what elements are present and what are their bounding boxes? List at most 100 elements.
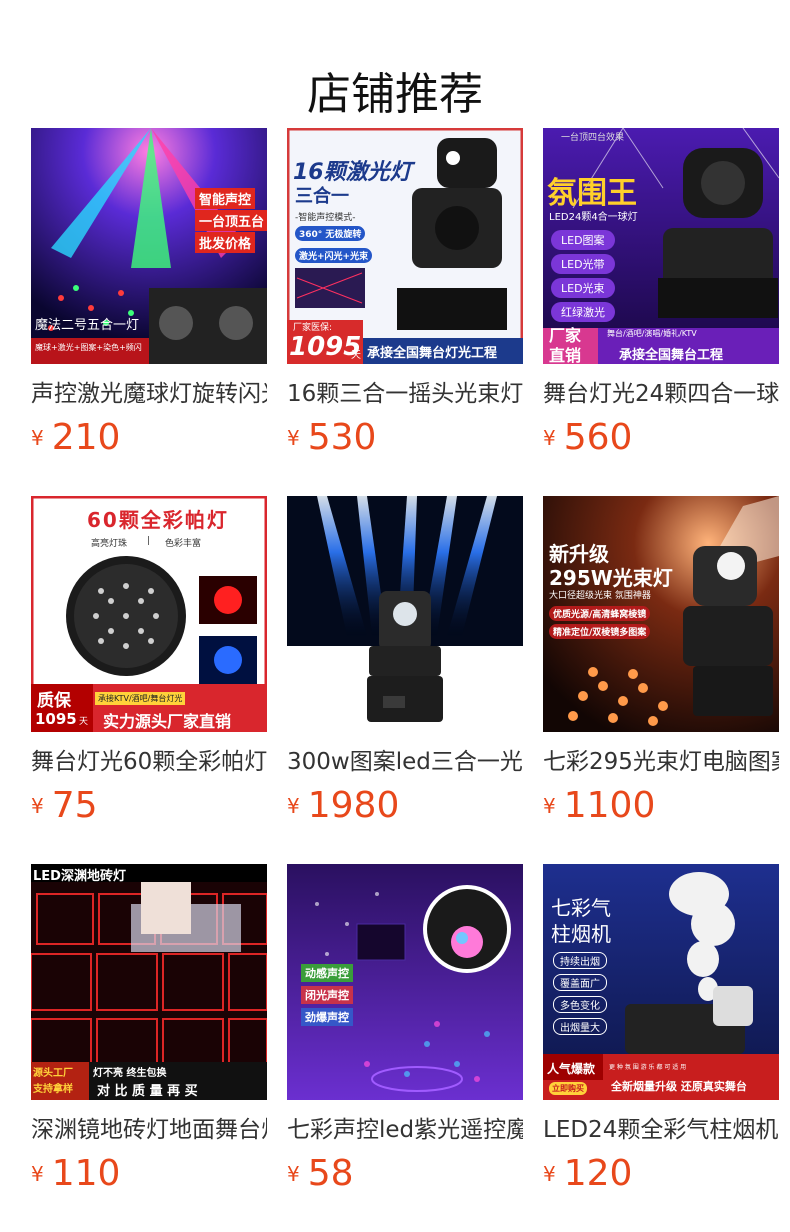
badge-text: 天 — [79, 717, 89, 727]
currency-symbol: ¥ — [543, 426, 556, 450]
product-title[interactable]: 深渊镜地砖灯地面舞台灯 — [31, 1114, 267, 1146]
badge-text: 源头工厂 — [33, 1068, 73, 1079]
currency-symbol: ¥ — [31, 426, 44, 450]
product-price: ¥560 — [543, 416, 632, 460]
product-image[interactable]: 60颗全彩帕灯 高亮灯珠 | 色彩丰富 质保 承接KTV/酒吧/舞台灯光 109… — [31, 496, 267, 732]
badge-text: 一台顶四台效果 — [561, 133, 625, 143]
badge-text: 三合一 — [295, 186, 349, 207]
currency-symbol: ¥ — [287, 794, 300, 818]
badge-text: LED图案 — [551, 230, 615, 250]
badge-text: 魔法二号五合一灯 — [35, 318, 140, 333]
product-title[interactable]: 七彩295光束灯电脑图案灯 — [543, 746, 779, 778]
product-image[interactable]: 一台顶四台效果 氛围王 LED24颗4合一球灯 LED图案 LED光带 LED光… — [543, 128, 779, 364]
badge-text: -智能声控模式- — [295, 213, 356, 223]
product-title[interactable]: 300w图案led三合一光束灯 — [287, 746, 523, 778]
badge-text: 色彩丰富 — [165, 539, 202, 549]
badge-text: 人气爆款 — [547, 1062, 596, 1076]
product-title[interactable]: 舞台灯光60颗全彩帕灯 — [31, 746, 267, 778]
product-image[interactable]: 16颗激光灯 三合一 -智能声控模式- 360° 无极旋转 激光+闪光+光束 厂… — [287, 128, 523, 364]
badge-text: 柱烟机 — [551, 922, 611, 946]
badge-text: 承接KTV/酒吧/舞台灯光 — [95, 692, 186, 705]
price-amount: 110 — [51, 1153, 121, 1194]
currency-symbol: ¥ — [287, 1162, 300, 1186]
product-title[interactable]: 七彩声控led紫光遥控魔球灯 — [287, 1114, 523, 1146]
badge-text: LED光束 — [551, 278, 615, 298]
badge-text: 60颗全彩帕灯 — [87, 508, 229, 532]
product-image[interactable]: 新升级 295W光束灯 大口径超级光束 氛围神器 优质光源/高清蜂窝棱镜 精准定… — [543, 496, 779, 732]
badge-text: 一台顶五台 — [195, 210, 267, 231]
badge-text: 高亮灯珠 — [91, 539, 128, 549]
badge-text: LED光带 — [551, 254, 615, 274]
product-card[interactable]: 智能声控 一台顶五台 批发价格 魔法二号五合一灯 魔球+激光+图案+染色+频闪 … — [31, 128, 267, 496]
badge-text: 更 种 氛 围 游 乐 都 可 适 用 — [609, 1064, 687, 1071]
badge-text: 295W光束灯 — [549, 566, 673, 590]
currency-symbol: ¥ — [31, 1162, 44, 1186]
badge-text: 七彩气 — [551, 896, 611, 920]
price-amount: 1100 — [563, 785, 656, 826]
product-price: ¥75 — [31, 784, 98, 828]
product-image[interactable]: 智能声控 一台顶五台 批发价格 魔法二号五合一灯 魔球+激光+图案+染色+频闪 — [31, 128, 267, 364]
product-card[interactable]: 一台顶四台效果 氛围王 LED24颗4合一球灯 LED图案 LED光带 LED光… — [543, 128, 779, 496]
badge-text: 魔球+激光+图案+染色+频闪 — [35, 343, 142, 352]
product-image[interactable]: 动感声控 闭光声控 劲爆声控 — [287, 864, 523, 1100]
badge-text: 精准定位/双棱镜多图案 — [549, 624, 651, 639]
product-title[interactable]: 16颗三合一摇头光束灯 — [287, 378, 523, 410]
badge-text: 对 比 质 量 再 买 — [97, 1084, 198, 1099]
product-image[interactable] — [287, 496, 523, 732]
badge-text: 360° 无极旋转 — [295, 226, 366, 241]
badge-text: 实力源头厂家直销 — [103, 712, 232, 731]
price-amount: 560 — [563, 417, 633, 458]
price-amount: 530 — [307, 417, 377, 458]
product-card[interactable]: 新升级 295W光束灯 大口径超级光束 氛围神器 优质光源/高清蜂窝棱镜 精准定… — [543, 496, 779, 864]
product-card[interactable]: LED深渊地砖灯 源头工厂 支持拿样 灯不亮 终生包换 对 比 质 量 再 买 … — [31, 864, 267, 1232]
product-price: ¥58 — [287, 1152, 354, 1196]
product-price: ¥530 — [287, 416, 376, 460]
product-title[interactable]: 声控激光魔球灯旋转闪光灯 — [31, 378, 267, 410]
currency-symbol: ¥ — [543, 1162, 556, 1186]
badge-text: 天 — [351, 350, 361, 361]
badge-text: 持续出烟 — [553, 952, 607, 969]
badge-text: 出烟量大 — [553, 1018, 607, 1035]
product-card[interactable]: 300w图案led三合一光束灯 ¥1980 — [287, 496, 523, 864]
badge-text: 优质光源/高清蜂窝棱镜 — [549, 606, 651, 621]
badge-text: 承接全国舞台工程 — [619, 348, 724, 363]
product-image[interactable]: 七彩气 柱烟机 持续出烟 覆盖面广 多色变化 出烟量大 人气爆款 更 种 氛 围… — [543, 864, 779, 1100]
badge-text: 激光+闪光+光束 — [295, 248, 373, 263]
product-price: ¥120 — [543, 1152, 632, 1196]
badge-text: LED深渊地砖灯 — [33, 869, 126, 884]
badge-text: 舞台/酒吧/演唱/婚礼/KTV — [607, 329, 697, 338]
badge-text: 闭光声控 — [301, 986, 353, 1004]
badge-text: 红绿激光 — [551, 302, 615, 322]
product-title[interactable]: 舞台灯光24颗四合一球灯 — [543, 378, 779, 410]
product-card[interactable]: 动感声控 闭光声控 劲爆声控 七彩声控led紫光遥控魔球灯 ¥58 — [287, 864, 523, 1232]
currency-symbol: ¥ — [543, 794, 556, 818]
product-image[interactable]: LED深渊地砖灯 源头工厂 支持拿样 灯不亮 终生包换 对 比 质 量 再 买 — [31, 864, 267, 1100]
page-title: 店铺推荐 — [307, 69, 483, 121]
badge-text: 灯不亮 终生包换 — [93, 1068, 167, 1079]
badge-text: 多色变化 — [553, 996, 607, 1013]
product-price: ¥1100 — [543, 784, 655, 828]
product-title[interactable]: LED24颗全彩气柱烟机 — [543, 1114, 779, 1146]
product-grid: 智能声控 一台顶五台 批发价格 魔法二号五合一灯 魔球+激光+图案+染色+频闪 … — [31, 128, 779, 1232]
badge-text: 1095 — [35, 710, 77, 728]
price-amount: 58 — [307, 1153, 354, 1194]
product-price: ¥210 — [31, 416, 120, 460]
badge-text: 全新烟量升级 还原真实舞台 — [611, 1080, 747, 1093]
product-card[interactable]: 60颗全彩帕灯 高亮灯珠 | 色彩丰富 质保 承接KTV/酒吧/舞台灯光 109… — [31, 496, 267, 864]
price-amount: 75 — [51, 785, 98, 826]
badge-text: 质保 — [37, 691, 71, 711]
product-card[interactable]: 16颗激光灯 三合一 -智能声控模式- 360° 无极旋转 激光+闪光+光束 厂… — [287, 128, 523, 496]
badge-text: 氛围王 — [547, 176, 637, 211]
badge-text: 立即购买 — [549, 1082, 587, 1095]
badge-text: 直销 — [549, 346, 582, 364]
badge-text: 动感声控 — [301, 964, 353, 982]
product-card[interactable]: 七彩气 柱烟机 持续出烟 覆盖面广 多色变化 出烟量大 人气爆款 更 种 氛 围… — [543, 864, 779, 1232]
badge-text: | — [147, 536, 151, 546]
badge-text: 覆盖面广 — [553, 974, 607, 991]
badge-text: 支持拿样 — [33, 1084, 73, 1095]
currency-symbol: ¥ — [31, 794, 44, 818]
price-amount: 210 — [51, 417, 121, 458]
badge-text: 劲爆声控 — [301, 1008, 353, 1026]
currency-symbol: ¥ — [287, 426, 300, 450]
badge-text: 大口径超级光束 氛围神器 — [549, 591, 651, 601]
